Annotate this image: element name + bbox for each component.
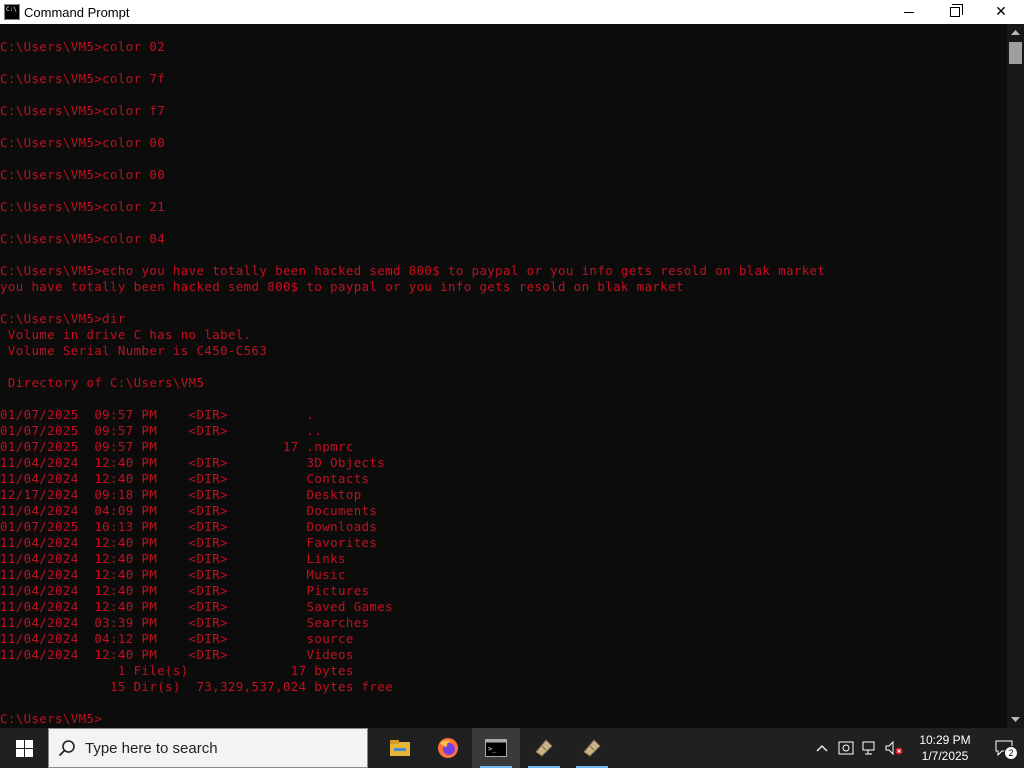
volume-button[interactable] <box>882 728 906 768</box>
svg-text:>_: >_ <box>488 745 497 753</box>
clock-time: 10:29 PM <box>919 733 971 747</box>
console-line: 11/04/2024 04:09 PM <DIR> Documents <box>0 503 378 518</box>
scroll-up-icon <box>1011 30 1020 35</box>
console-line: Volume Serial Number is C450-C563 <box>0 343 268 358</box>
title-bar[interactable]: Command Prompt ✕ <box>0 0 1024 24</box>
console-line: C:\Users\VM5>color 02 <box>0 39 166 54</box>
console-line: 11/04/2024 12:40 PM <DIR> 3D Objects <box>0 455 386 470</box>
console-line: 12/17/2024 09:18 PM <DIR> Desktop <box>0 487 362 502</box>
app-icon-1 <box>535 739 553 757</box>
console-line: C:\Users\VM5>dir <box>0 311 126 326</box>
scroll-thumb[interactable] <box>1009 42 1022 64</box>
console-line: C:\Users\VM5>color 21 <box>0 199 166 214</box>
taskbar-search-box[interactable]: Type here to search <box>48 728 368 768</box>
minimize-icon <box>904 11 914 13</box>
console-line: 01/07/2025 10:13 PM <DIR> Downloads <box>0 519 378 534</box>
tray-app-icon[interactable] <box>834 728 858 768</box>
restore-icon <box>950 4 963 17</box>
show-hidden-icons-button[interactable] <box>810 728 834 768</box>
console-line: 11/04/2024 12:40 PM <DIR> Saved Games <box>0 599 393 614</box>
taskbar-file-explorer[interactable] <box>376 728 424 768</box>
console-line: 11/04/2024 12:40 PM <DIR> Pictures <box>0 583 370 598</box>
taskbar-app-2[interactable] <box>568 728 616 768</box>
close-icon: ✕ <box>995 4 1007 20</box>
console-line: 01/07/2025 09:57 PM <DIR> . <box>0 407 315 422</box>
minimize-button[interactable] <box>886 0 932 24</box>
security-icon <box>838 741 854 755</box>
network-icon <box>862 741 875 755</box>
console-line: 11/04/2024 12:40 PM <DIR> Links <box>0 551 346 566</box>
app-icon-2 <box>583 739 601 757</box>
scroll-up-button[interactable] <box>1007 24 1024 41</box>
console-line: 1 File(s) 17 bytes <box>0 663 354 678</box>
console-line: Directory of C:\Users\VM5 <box>0 375 205 390</box>
window-title: Command Prompt <box>24 4 130 20</box>
firefox-icon <box>438 738 458 758</box>
volume-muted-icon <box>885 741 903 755</box>
console-line: 01/07/2025 09:57 PM <DIR> .. <box>0 423 323 438</box>
taskbar-app-1[interactable] <box>520 728 568 768</box>
command-prompt-icon <box>4 4 20 20</box>
close-button[interactable]: ✕ <box>978 0 1024 24</box>
windows-logo-icon <box>15 739 33 757</box>
console-line: C:\Users\VM5> <box>0 711 103 726</box>
network-button[interactable] <box>858 728 882 768</box>
system-tray: 10:29 PM 1/7/2025 2 <box>810 728 1024 768</box>
console-line: 01/07/2025 09:57 PM 17 .npmrc <box>0 439 354 454</box>
notification-count-badge: 2 <box>1004 746 1018 760</box>
command-prompt-icon: >_ <box>485 739 507 757</box>
console-line: C:\Users\VM5>color 00 <box>0 135 166 150</box>
console-line: C:\Users\VM5>color f7 <box>0 103 166 118</box>
console-line: C:\Users\VM5>color 00 <box>0 167 166 182</box>
start-button[interactable] <box>0 728 48 768</box>
console-line: 11/04/2024 12:40 PM <DIR> Music <box>0 567 346 582</box>
clock[interactable]: 10:29 PM 1/7/2025 <box>906 728 984 768</box>
window-controls: ✕ <box>886 0 1024 24</box>
console-line: 11/04/2024 12:40 PM <DIR> Contacts <box>0 471 370 486</box>
console-line: 11/04/2024 12:40 PM <DIR> Favorites <box>0 535 378 550</box>
taskbar: Type here to search >_ 10:29 PM 1/7/2025… <box>0 728 1024 768</box>
file-explorer-icon <box>390 740 410 756</box>
console-line: 15 Dir(s) 73,329,537,024 bytes free <box>0 679 393 694</box>
clock-date: 1/7/2025 <box>921 749 969 763</box>
scroll-down-icon <box>1011 717 1020 722</box>
notifications-button[interactable]: 2 <box>984 728 1024 768</box>
scroll-down-button[interactable] <box>1007 711 1024 728</box>
console-line: C:\Users\VM5>echo you have totally been … <box>0 263 826 278</box>
taskbar-firefox[interactable] <box>424 728 472 768</box>
chevron-up-icon <box>816 745 828 752</box>
console-line: C:\Users\VM5>color 7f <box>0 71 166 86</box>
console-output[interactable]: C:\Users\VM5>color 02 C:\Users\VM5>color … <box>0 24 1007 728</box>
search-placeholder: Type here to search <box>85 739 218 757</box>
taskbar-command-prompt[interactable]: >_ <box>472 728 520 768</box>
restore-button[interactable] <box>932 0 978 24</box>
console-line: C:\Users\VM5>color 04 <box>0 231 166 246</box>
console-line: 11/04/2024 03:39 PM <DIR> Searches <box>0 615 370 630</box>
console-line: 11/04/2024 12:40 PM <DIR> Videos <box>0 647 354 662</box>
search-icon <box>49 728 85 768</box>
console-line: Volume in drive C has no label. <box>0 327 252 342</box>
vertical-scrollbar[interactable] <box>1007 24 1024 728</box>
console-line: 11/04/2024 04:12 PM <DIR> source <box>0 631 354 646</box>
console-line: you have totally been hacked semd 800$ t… <box>0 279 684 294</box>
